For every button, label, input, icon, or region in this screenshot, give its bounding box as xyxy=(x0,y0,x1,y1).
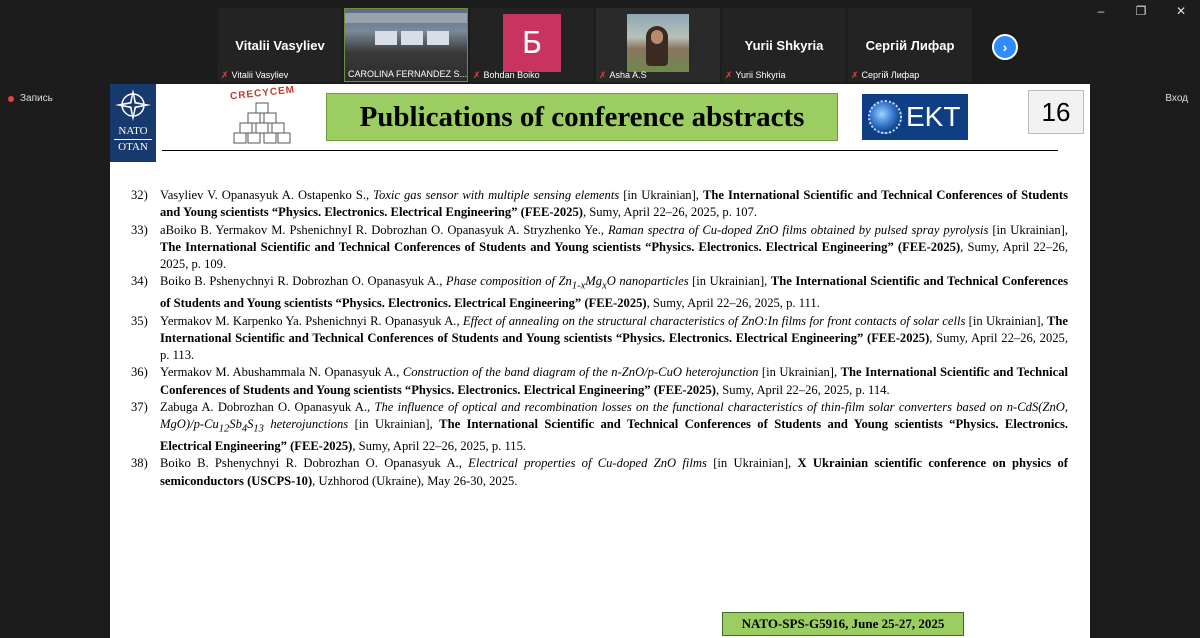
recording-indicator[interactable]: Запись xyxy=(8,93,53,104)
participant-tile[interactable]: Сергій Лифар ✗ Сергій Лифар xyxy=(848,8,972,82)
slide-title-box: Publications of conference abstracts xyxy=(326,93,838,141)
participant-tile[interactable]: Yurii Shkyria ✗ Yurii Shkyria xyxy=(722,8,846,82)
participant-caption: ✗ Сергій Лифар xyxy=(851,69,920,81)
participant-tile[interactable]: Б ✗ Bohdan Boiko xyxy=(470,8,594,82)
video-ceiling xyxy=(345,13,467,23)
mic-off-icon: ✗ xyxy=(599,69,607,80)
next-participants-button[interactable]: › xyxy=(992,34,1018,60)
window-controls: – ❐ ✕ xyxy=(1094,4,1188,18)
publication-item: 34) Boiko B. Pshenychnyi R. Dobrozhan O. … xyxy=(131,274,1068,311)
participant-video-tile[interactable]: CAROLINA FERNANDEZ S... xyxy=(344,8,468,82)
slide-title: Publications of conference abstracts xyxy=(359,100,805,133)
video-screens xyxy=(375,31,449,45)
publication-item: 35) Yermakov M. Karpenko Ya. Pshenichnyi … xyxy=(131,313,1068,363)
publication-list: 32) Vasyliev V. Opanasyuk A. Ostapenko S.… xyxy=(128,187,1068,490)
nato-star-icon xyxy=(115,89,151,121)
participant-caption: ✗ Yurii Shkyria xyxy=(725,69,786,81)
publication-item: 33) aBoiko B. Yermakov M. PshenichnyI R. … xyxy=(131,222,1068,272)
mic-off-icon: ✗ xyxy=(221,69,229,80)
mic-off-icon: ✗ xyxy=(851,69,859,80)
slide-number: 16 xyxy=(1028,90,1084,134)
project-footer: NATO-SPS-G5916, June 25-27, 2025 xyxy=(722,612,964,636)
participant-caption: ✗ Bohdan Boiko xyxy=(473,69,540,81)
publication-item: 36) Yermakov M. Abushammala N. Opanasyuk … xyxy=(131,365,1068,397)
shared-slide: NATO OTAN CRECYCEM Publications of confer… xyxy=(110,84,1090,638)
participant-name: Vitalii Vasyliev xyxy=(235,38,325,53)
cubes-icon xyxy=(233,102,291,144)
participant-caption: ✗ Asha A.S xyxy=(599,69,647,81)
participant-caption: ✗ Vitalii Vasyliev xyxy=(221,69,289,81)
crecycem-logo: CRECYCEM xyxy=(230,85,296,150)
participant-tile[interactable]: Vitalii Vasyliev ✗ Vitalii Vasyliev xyxy=(218,8,342,82)
title-divider xyxy=(162,150,1058,151)
participant-video-tile[interactable]: ✗ Asha A.S xyxy=(596,8,720,82)
participant-name: Сергій Лифар xyxy=(865,38,955,53)
participants-strip: Vitalii Vasyliev ✗ Vitalii Vasyliev CAROL… xyxy=(218,8,972,82)
avatar: Б xyxy=(503,14,561,72)
publication-item: 37) Zabuga A. Dobrozhan O. Opanasyuk A., … xyxy=(131,400,1069,454)
close-icon[interactable]: ✕ xyxy=(1174,4,1188,18)
publication-item: 32) Vasyliev V. Opanasyuk A. Ostapenko S.… xyxy=(131,188,1069,220)
participant-name: Yurii Shkyria xyxy=(744,38,824,53)
restore-icon[interactable]: ❐ xyxy=(1134,4,1148,18)
ekt-logo: EKT xyxy=(862,94,968,140)
mic-off-icon: ✗ xyxy=(473,69,481,80)
minimize-icon[interactable]: – xyxy=(1094,4,1108,18)
publication-item: 38) Boiko B. Pshenychnyi R. Dobrozhan O. … xyxy=(131,456,1068,488)
nato-logo: NATO OTAN xyxy=(110,84,156,162)
mic-off-icon: ✗ xyxy=(725,69,733,80)
record-dot-icon xyxy=(8,95,14,102)
participant-caption: CAROLINA FERNANDEZ S... xyxy=(348,69,467,79)
ekt-swirl-icon xyxy=(868,100,902,134)
enter-button[interactable]: Вход xyxy=(1165,93,1188,104)
